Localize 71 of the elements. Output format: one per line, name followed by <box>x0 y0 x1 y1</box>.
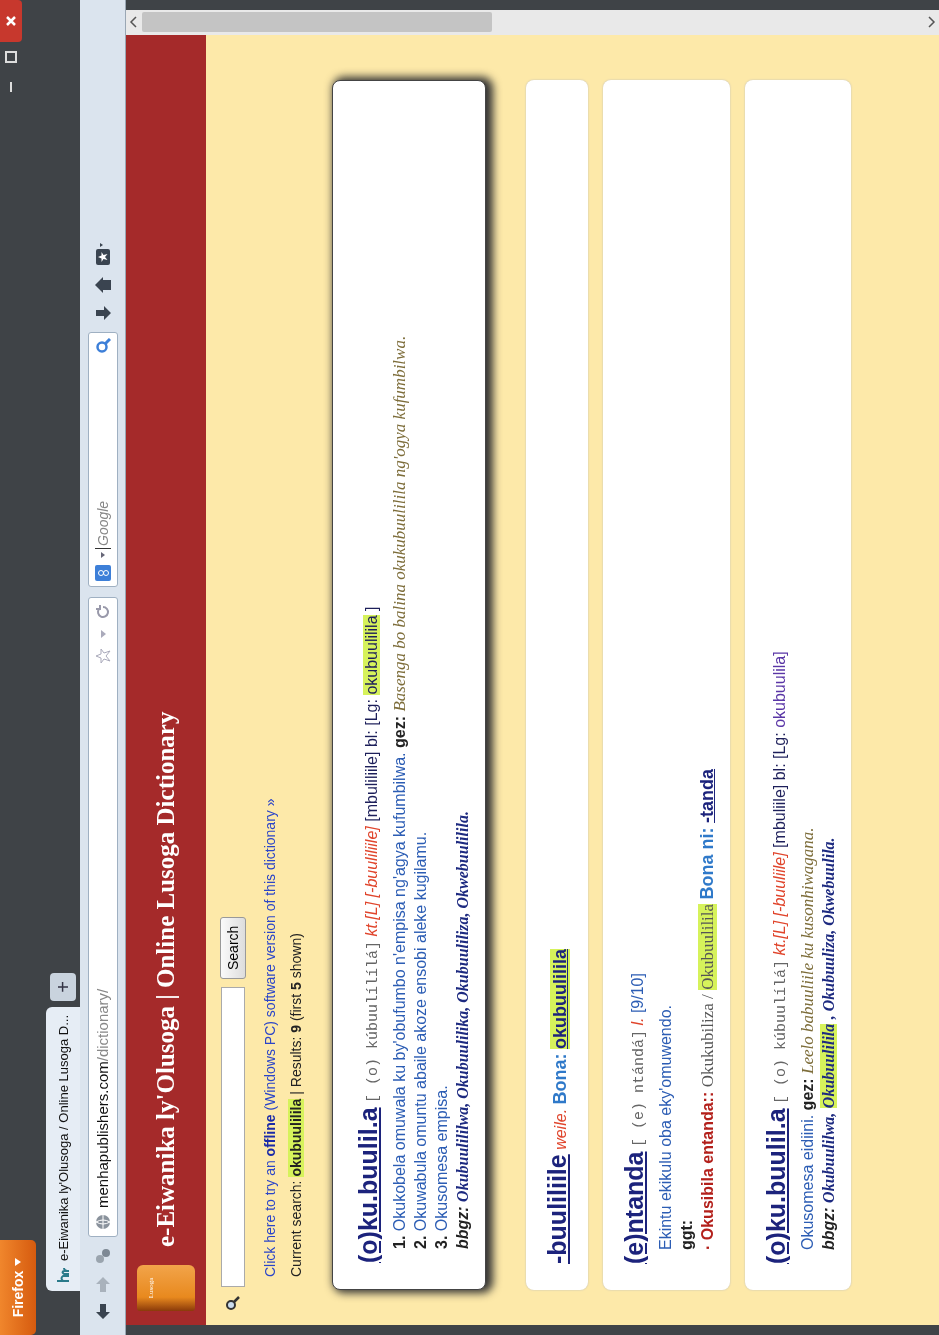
field-label: gez: <box>799 1078 816 1111</box>
field-label: gez: <box>391 716 408 748</box>
cross-reference-label: Bona ni: <box>697 827 717 900</box>
pronunciation-text: [ (o) kúbuulílá] <box>773 959 790 1104</box>
site-identity-icon[interactable] <box>93 1247 112 1265</box>
derived-words: Okubuulilwa, <box>820 1112 837 1203</box>
definition-text: Okuwabula omuntu abaile akoze ensobi aleke kugilamu. <box>412 831 429 1232</box>
bookmarks-button[interactable] <box>93 242 112 266</box>
current-search-label: Current search: <box>288 1180 304 1277</box>
cross-reference-label: Bona: <box>550 1053 570 1105</box>
entry-text: Okukubiliza / <box>698 994 717 1088</box>
pronunciation-text: [ (o) kúbuulílílá] <box>365 940 382 1103</box>
reload-icon[interactable] <box>94 604 111 620</box>
definition-text: Okukobela omuwala ku by'obufumbo n'empisa ng'agya kufumbilwa. <box>391 752 408 1232</box>
derived-words: , Okubuuliza, Okwebuulila. <box>820 837 837 1020</box>
headword-link[interactable]: -buuliliile <box>543 1154 571 1264</box>
star-icon[interactable] <box>94 648 111 664</box>
headword-link[interactable]: (o)ku.buulil.a <box>762 1108 790 1264</box>
vertical-scrollbar[interactable] <box>126 10 939 35</box>
entry-text: ] <box>363 606 380 611</box>
offline-version-link[interactable]: Click here to try an offline (Windows PC) software version of this dictionary » <box>262 35 278 1277</box>
grammar-label: kt.[L] <box>363 901 380 937</box>
example-text: Leelo babuuliile ku kusonhiwagana. <box>798 827 817 1074</box>
grammar-label: l. <box>629 1017 646 1026</box>
search-field[interactable] <box>221 987 245 1287</box>
minimize-icon <box>10 82 12 92</box>
highlighted-word: Okubuulilila <box>820 1023 837 1109</box>
globe-icon <box>94 1214 111 1230</box>
definition-text: [9/10] <box>629 973 646 1014</box>
field-label: ggt: <box>678 1219 695 1250</box>
entry-text: [mbuliile] bl: [Lg: <box>771 732 788 848</box>
results-count-text: | Results: 9 (first 5 shown) <box>288 933 304 1095</box>
field-label: bbgz: <box>454 1206 471 1249</box>
site-favicon-icon <box>55 1267 71 1283</box>
new-tab-button[interactable]: + <box>50 973 76 1001</box>
definition-text: Ekintu ekikulu oba eky'omuwendo. <box>657 1005 674 1250</box>
search-term: okubuulilila <box>288 1098 304 1177</box>
entry-text: okubuulila] <box>771 651 788 728</box>
caret-icon <box>15 1257 21 1266</box>
scrollbar-thumb[interactable] <box>142 12 492 33</box>
headword-link[interactable]: (e)ntanda <box>620 1151 648 1264</box>
sense-number: 1. <box>391 1235 408 1249</box>
search-icon <box>225 1295 241 1311</box>
reference-link[interactable]: okubuulilila <box>550 949 570 1049</box>
highlighted-word: Okubuulilila <box>698 903 717 990</box>
grammar-label: weile. <box>552 1108 569 1150</box>
search-icon[interactable] <box>94 338 111 354</box>
grammar-label: [-buuliliile] <box>363 826 380 898</box>
sense-number: 3. <box>433 1235 450 1249</box>
address-bar[interactable]: menhapublishers.com/dictionary/ <box>87 597 118 1237</box>
browser-tab[interactable]: e-Eiwanika ly'Olusoga / Online Lusoga D... <box>46 1007 80 1291</box>
headword-link[interactable]: (o)ku.buulil.a <box>354 1107 382 1263</box>
term-label: · Okusibila entanda:: <box>699 1091 716 1250</box>
field-label: bbgz: <box>820 1207 837 1250</box>
sense-number: 2. <box>412 1235 429 1249</box>
reference-link[interactable]: -tanda <box>697 768 717 823</box>
derived-words: Okubuulililwa, Okubuulilika, Okubuuliliza, Okwebuulilila. <box>454 811 471 1202</box>
pronunciation-text: [ (e) ntándá] <box>631 1030 648 1148</box>
grammar-label: kt.[L] <box>771 920 788 956</box>
bookmarks-star-icon <box>93 242 112 266</box>
close-button[interactable] <box>0 0 22 42</box>
web-search-field[interactable]: Google <box>87 332 118 587</box>
definition-text: Okusomesa empisa. <box>433 1085 450 1232</box>
search-button[interactable]: Search <box>220 916 246 979</box>
site-title: e-Eiwanika ly'Olusoga | Online Lusoga Dictionary <box>152 711 180 1247</box>
highlighted-word: okubuulilila <box>363 615 380 695</box>
entry-text: [mbuliliile] bl: [Lg: <box>363 699 380 822</box>
example-text: Basenga bo balina okukubuulilila ng'ogya kufumbilwa. <box>390 335 409 712</box>
maximize-icon <box>3 49 19 65</box>
definition-text: Okusomesa eidiini. <box>799 1114 816 1250</box>
grammar-label: [-buuliile] <box>771 852 788 917</box>
